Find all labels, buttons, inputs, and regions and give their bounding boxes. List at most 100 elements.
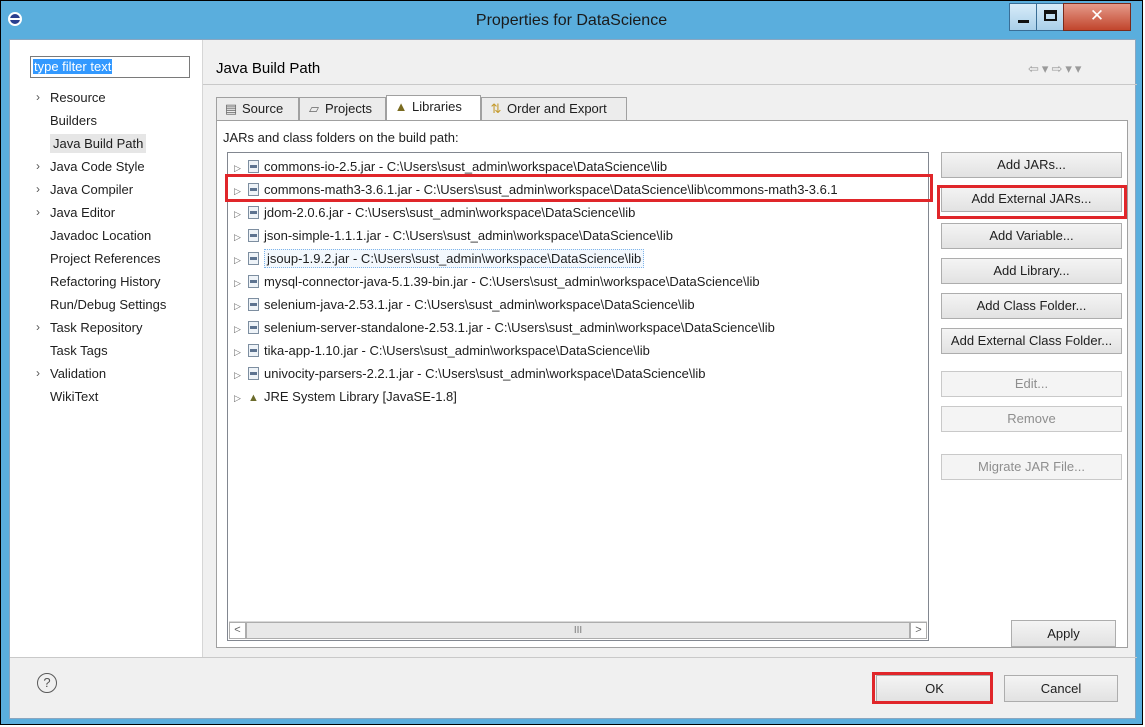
expand-arrow-icon[interactable]: ›: [36, 201, 40, 224]
tab-source[interactable]: ▤ Source: [216, 97, 299, 120]
library-icon: ▲: [248, 392, 259, 404]
library-label: commons-io-2.5.jar - C:\Users\sust_admin…: [264, 159, 668, 174]
library-row[interactable]: ▷ univocity-parsers-2.2.1.jar - C:\Users\…: [234, 363, 705, 385]
tree-item-label: Builders: [50, 113, 97, 128]
expand-triangle-icon[interactable]: ▷: [234, 318, 246, 340]
library-label: jdom-2.0.6.jar - C:\Users\sust_admin\wor…: [264, 205, 636, 220]
library-label: univocity-parsers-2.2.1.jar - C:\Users\s…: [264, 366, 706, 381]
header-divider: [203, 84, 1137, 85]
properties-window: Properties for DataScience ✕ type filter…: [0, 0, 1143, 725]
tree-item-label: Task Tags: [50, 343, 108, 358]
tree-item-task-repository[interactable]: › Task Repository: [36, 316, 166, 339]
scroll-left-icon[interactable]: <: [229, 622, 246, 639]
library-row[interactable]: ▷ selenium-java-2.53.1.jar - C:\Users\sus…: [234, 294, 695, 316]
expand-triangle-icon[interactable]: ▷: [234, 364, 246, 386]
add-jars-button[interactable]: Add JARs...: [941, 152, 1122, 178]
property-tree: › Resource Builders Java Build Path › Java Co…: [36, 86, 166, 408]
jar-icon: [248, 275, 259, 288]
tree-item-java-code-style[interactable]: › Java Code Style: [36, 155, 166, 178]
library-label: mysql-connector-java-5.1.39-bin.jar - C:…: [264, 274, 760, 289]
back-icon[interactable]: ⇦: [1028, 61, 1042, 76]
add-class-folder-button[interactable]: Add Class Folder...: [941, 293, 1122, 319]
libraries-list[interactable]: ▷ commons-io-2.5.jar - C:\Users\sust_admi…: [227, 152, 929, 641]
title-bar[interactable]: Properties for DataScience ✕: [1, 1, 1142, 39]
migrate-jar-button[interactable]: Migrate JAR File...: [941, 454, 1122, 480]
expand-arrow-icon[interactable]: ›: [36, 86, 40, 109]
libraries-icon: ▲: [394, 99, 408, 114]
scroll-right-icon[interactable]: >: [910, 622, 927, 639]
tab-projects[interactable]: ▱ Projects: [299, 97, 386, 120]
expand-triangle-icon[interactable]: ▷: [234, 341, 246, 363]
tree-item-label: Project References: [50, 251, 161, 266]
jar-icon: [248, 367, 259, 380]
jar-icon: [248, 229, 259, 242]
expand-arrow-icon[interactable]: ›: [36, 362, 40, 385]
maximize-button[interactable]: [1036, 3, 1064, 31]
footer-divider: [10, 657, 1137, 658]
view-menu-icon[interactable]: ▾: [1075, 61, 1085, 76]
library-label: jsoup-1.9.2.jar - C:\Users\sust_admin\wo…: [264, 249, 645, 268]
expand-triangle-icon[interactable]: ▷: [234, 272, 246, 294]
library-row[interactable]: ▷ jsoup-1.9.2.jar - C:\Users\sust_admin\w…: [234, 248, 645, 271]
tree-item-label: Java Compiler: [50, 182, 134, 197]
apply-button[interactable]: Apply: [1011, 620, 1116, 647]
minimize-icon: [1018, 20, 1029, 23]
expand-triangle-icon[interactable]: ▷: [234, 387, 246, 409]
tree-item-javadoc-location[interactable]: Javadoc Location: [36, 224, 166, 247]
expand-triangle-icon[interactable]: ▷: [234, 295, 246, 317]
tree-item-builders[interactable]: Builders: [36, 109, 166, 132]
library-row[interactable]: ▷ mysql-connector-java-5.1.39-bin.jar - C…: [234, 271, 760, 293]
navigation-arrows[interactable]: ⇦▾⇨▾▾: [1028, 61, 1084, 77]
tab-libraries[interactable]: ▲ Libraries: [386, 95, 481, 121]
jar-icon: [248, 252, 259, 265]
property-tree-pane: type filter text › Resource Builders Java B…: [10, 40, 203, 657]
expand-arrow-icon[interactable]: ›: [36, 316, 40, 339]
scroll-thumb[interactable]: III: [246, 622, 910, 639]
tab-order-export[interactable]: ⇅ Order and Export: [481, 97, 627, 120]
expand-triangle-icon[interactable]: ▷: [234, 249, 246, 271]
tree-item-resource[interactable]: › Resource: [36, 86, 166, 109]
expand-arrow-icon[interactable]: ›: [36, 155, 40, 178]
add-library-button[interactable]: Add Library...: [941, 258, 1122, 284]
expand-arrow-icon[interactable]: ›: [36, 178, 40, 201]
library-row[interactable]: ▷ jdom-2.0.6.jar - C:\Users\sust_admin\wo…: [234, 202, 635, 224]
tree-item-label: WikiText: [50, 389, 99, 404]
add-external-class-folder-button[interactable]: Add External Class Folder...: [941, 328, 1122, 354]
horizontal-scrollbar[interactable]: < III >: [229, 621, 927, 639]
window-title: Properties for DataScience: [475, 12, 668, 29]
expand-triangle-icon[interactable]: ▷: [234, 203, 246, 225]
tree-item-validation[interactable]: › Validation: [36, 362, 166, 385]
library-row[interactable]: ▷ ▲ JRE System Library [JavaSE-1.8]: [234, 386, 457, 408]
close-button[interactable]: ✕: [1063, 3, 1131, 31]
remove-button[interactable]: Remove: [941, 406, 1122, 432]
tree-item-java-editor[interactable]: › Java Editor: [36, 201, 166, 224]
library-row[interactable]: ▷ json-simple-1.1.1.jar - C:\Users\sust_a…: [234, 225, 673, 247]
tree-item-label: Refactoring History: [50, 274, 161, 289]
tree-item-java-build-path[interactable]: Java Build Path: [36, 132, 166, 155]
tree-item-java-compiler[interactable]: › Java Compiler: [36, 178, 166, 201]
tree-item-wikitext[interactable]: WikiText: [36, 385, 166, 408]
maximize-icon: [1044, 10, 1057, 21]
tree-item-run-debug-settings[interactable]: Run/Debug Settings: [36, 293, 166, 316]
annotation-highlight-ok: [872, 672, 993, 704]
tree-item-task-tags[interactable]: Task Tags: [36, 339, 166, 362]
help-icon[interactable]: ?: [37, 673, 57, 693]
tree-item-refactoring-history[interactable]: Refactoring History: [36, 270, 166, 293]
close-icon: ✕: [1089, 6, 1105, 25]
edit-button[interactable]: Edit...: [941, 371, 1122, 397]
library-label: JRE System Library [JavaSE-1.8]: [264, 389, 457, 404]
panel-label: JARs and class folders on the build path…: [223, 130, 459, 145]
annotation-highlight-row: [225, 174, 933, 202]
library-row[interactable]: ▷ selenium-server-standalone-2.53.1.jar -…: [234, 317, 775, 339]
add-variable-button[interactable]: Add Variable...: [941, 223, 1122, 249]
library-label: json-simple-1.1.1.jar - C:\Users\sust_ad…: [264, 228, 673, 243]
order-export-icon: ⇅: [490, 101, 502, 116]
minimize-button[interactable]: [1009, 3, 1037, 31]
tree-item-project-references[interactable]: Project References: [36, 247, 166, 270]
libraries-panel: JARs and class folders on the build path…: [216, 120, 1128, 648]
expand-triangle-icon[interactable]: ▷: [234, 226, 246, 248]
filter-input[interactable]: type filter text: [30, 56, 190, 78]
forward-icon[interactable]: ⇨: [1051, 61, 1065, 76]
cancel-button[interactable]: Cancel: [1004, 675, 1118, 702]
library-row[interactable]: ▷ tika-app-1.10.jar - C:\Users\sust_admin…: [234, 340, 650, 362]
